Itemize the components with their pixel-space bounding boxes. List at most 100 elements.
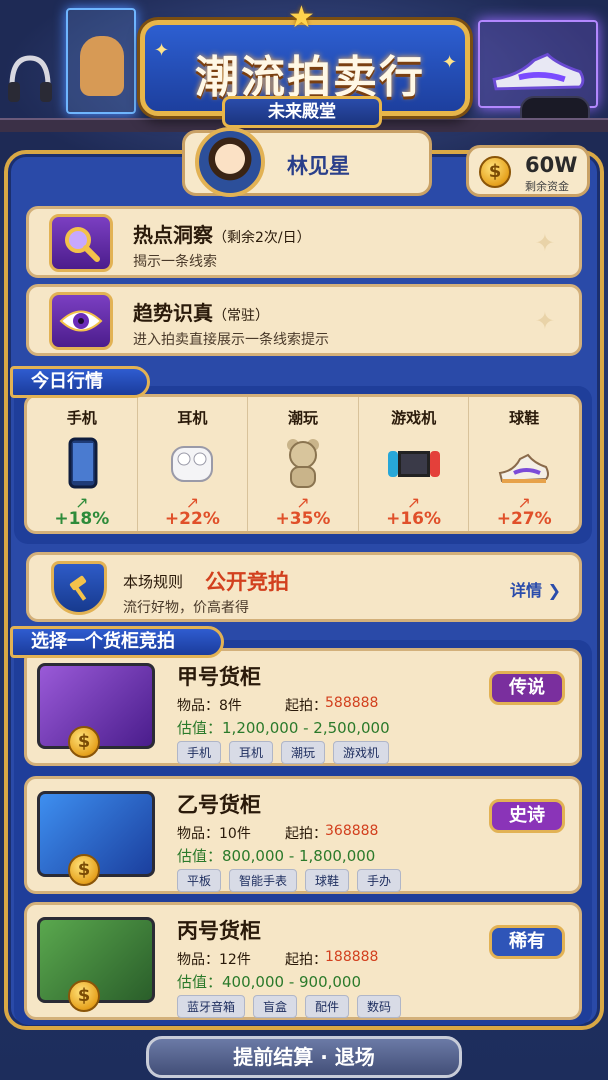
market-item-name: 耳机 — [177, 409, 208, 427]
skill-title: 趋势识真（常驻） — [133, 301, 269, 325]
skill-desc: 进入拍卖直接展示一条线索提示 — [133, 332, 329, 348]
tag: 手办 — [357, 869, 402, 892]
subtitle-ribbon: 未来殿堂 — [222, 96, 382, 128]
rarity-badge: 史诗 — [489, 799, 565, 833]
tag: 数码 — [357, 995, 402, 1018]
funds-value: 60W — [525, 153, 578, 177]
market-item-name: 手机 — [66, 409, 97, 427]
market-item-phone: 手机 ↗ +18% — [27, 397, 138, 531]
cabinet-heading: 选择一个货柜竞拍 — [10, 626, 224, 658]
tag: 手机 — [177, 741, 222, 764]
cabinet-estimate: 估值：1,200,000 - 2,500,000 — [177, 719, 390, 737]
market-panel: 手机 ↗ +18% 耳机 ↗ +22% 潮玩 ↗ +35% 游戏机 ↗ +16%… — [14, 386, 592, 544]
rule-desc: 流行好物，价高者得 — [123, 600, 249, 616]
rarity-badge: 传说 — [489, 671, 565, 705]
sneaker-icon — [498, 453, 550, 483]
sneaker-display-icon — [478, 20, 598, 108]
cabinet-start-label: 起拍： — [285, 952, 327, 968]
cabinet-tags: 手机 耳机 潮玩 游戏机 — [177, 741, 390, 764]
cabinet-card-b[interactable]: $ 乙号货柜 物品：10件 起拍： 368888 估值：800,000 - 1,… — [24, 776, 582, 894]
tag: 平板 — [177, 869, 222, 892]
funds-card: $ 60W 剩余资金 — [466, 145, 590, 197]
eye-icon — [49, 292, 113, 350]
cabinet-name: 丙号货柜 — [177, 919, 261, 943]
market-change: +22% — [164, 509, 220, 529]
shield-icon — [51, 561, 107, 615]
coin-icon: $ — [68, 726, 100, 758]
skill-note: （常驻） — [213, 308, 269, 324]
tag: 潮玩 — [281, 741, 326, 764]
market-item-sneaker: 球鞋 ↗ +27% — [469, 397, 579, 531]
earbuds-icon — [171, 446, 214, 482]
rule-detail-link[interactable]: 详情 ❯ — [510, 577, 561, 601]
sparkle-icon: ✦ — [534, 229, 555, 257]
exit-button[interactable]: 提前结算 · 退场 — [146, 1036, 462, 1078]
tag: 球鞋 — [305, 869, 350, 892]
avatar[interactable] — [195, 127, 265, 197]
market-heading: 今日行情 — [10, 366, 150, 398]
skill-desc: 揭示一条线索 — [133, 254, 217, 270]
cabinet-items: 物品：10件 — [177, 826, 251, 842]
headphones-icon — [8, 55, 52, 102]
cabinet-crate-icon: $ — [37, 917, 155, 1012]
market-list: 手机 ↗ +18% 耳机 ↗ +22% 潮玩 ↗ +35% 游戏机 ↗ +16%… — [24, 394, 582, 534]
sparkle-icon: ✦ — [442, 52, 458, 73]
market-item-console: 游戏机 ↗ +16% — [359, 397, 470, 531]
market-item-name: 游戏机 — [391, 409, 437, 427]
market-change: +27% — [496, 509, 552, 529]
cabinet-card-a[interactable]: $ 甲号货柜 物品：8件 起拍： 588888 估值：1,200,000 - 2… — [24, 648, 582, 766]
cabinet-start-label: 起拍： — [285, 826, 327, 842]
cabinet-items: 物品：12件 — [177, 952, 251, 968]
sparkle-icon: ✦ — [534, 307, 555, 335]
cabinet-panel: $ 甲号货柜 物品：8件 起拍： 588888 估值：1,200,000 - 2… — [14, 640, 592, 1025]
phone-icon — [68, 437, 98, 489]
tag: 蓝牙音箱 — [177, 995, 246, 1018]
magnifier-icon — [49, 214, 113, 272]
cabinet-start-price: 188888 — [325, 949, 379, 965]
sparkle-icon: ✦ — [154, 40, 170, 61]
tag: 配件 — [305, 995, 350, 1018]
skill-note: （剩余2次/日） — [213, 230, 311, 246]
tag: 游戏机 — [333, 741, 390, 764]
rule-label: 本场规则 — [123, 573, 184, 591]
cabinet-tags: 平板 智能手表 球鞋 手办 — [177, 869, 402, 892]
bear-toy-icon — [286, 439, 319, 488]
tag: 智能手表 — [229, 869, 298, 892]
skill-hotspot-insight[interactable]: 热点洞察（剩余2次/日） 揭示一条线索 ✦ — [26, 206, 582, 278]
rule-value: 公开竞拍 — [205, 570, 289, 594]
cabinet-name: 甲号货柜 — [177, 665, 261, 689]
cabinet-card-c[interactable]: $ 丙号货柜 物品：12件 起拍： 188888 估值：400,000 - 90… — [24, 902, 582, 1020]
tag: 耳机 — [229, 741, 274, 764]
funds-label: 剩余资金 — [525, 180, 569, 193]
cabinet-estimate: 估值：800,000 - 1,800,000 — [177, 847, 376, 865]
cabinet-crate-icon: $ — [37, 663, 155, 758]
cabinet-crate-icon: $ — [37, 791, 155, 886]
market-item-earbuds: 耳机 ↗ +22% — [138, 397, 249, 531]
coin-icon: $ — [479, 156, 511, 188]
star-icon: ★ — [288, 0, 315, 35]
market-item-name: 潮玩 — [287, 409, 318, 427]
skill-trend-insight[interactable]: 趋势识真（常驻） 进入拍卖直接展示一条线索提示 ✦ — [26, 284, 582, 356]
rarity-badge: 稀有 — [489, 925, 565, 959]
market-change: +18% — [54, 509, 110, 529]
cabinet-start-label: 起拍： — [285, 698, 327, 714]
game-console-icon — [387, 451, 440, 477]
cabinet-start-price: 588888 — [325, 695, 379, 711]
market-change: +35% — [275, 509, 331, 529]
coin-icon: $ — [68, 980, 100, 1012]
market-item-name: 球鞋 — [509, 409, 540, 427]
rule-card: 本场规则 公开竞拍 流行好物，价高者得 详情 ❯ — [26, 552, 582, 622]
cabinet-items: 物品：8件 — [177, 698, 242, 714]
tag: 盲盒 — [253, 995, 298, 1018]
player-name: 林见星 — [287, 154, 350, 178]
cabinet-name: 乙号货柜 — [177, 793, 261, 817]
player-card: 林见星 — [182, 127, 432, 197]
bear-figure-icon — [80, 36, 124, 96]
skill-title: 热点洞察（剩余2次/日） — [133, 223, 311, 247]
cabinet-start-price: 368888 — [325, 823, 379, 839]
coin-icon: $ — [68, 854, 100, 886]
cabinet-tags: 蓝牙音箱 盲盒 配件 数码 — [177, 995, 402, 1018]
market-item-toy: 潮玩 ↗ +35% — [248, 397, 359, 531]
cabinet-estimate: 估值：400,000 - 900,000 — [177, 973, 362, 991]
market-change: +16% — [386, 509, 442, 529]
